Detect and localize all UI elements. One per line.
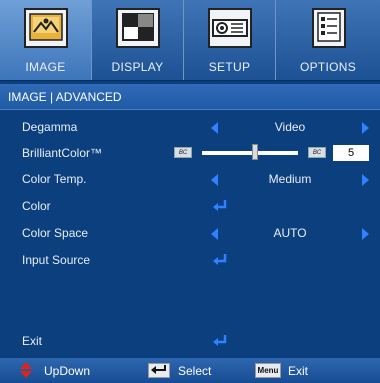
menu-key-icon: Menu (255, 363, 281, 378)
tab-image[interactable]: IMAGE (0, 0, 92, 80)
enter-icon[interactable] (212, 334, 228, 348)
select-hint: Select (178, 364, 212, 378)
menu-item-color-space[interactable]: Color Space AUTO (0, 222, 380, 246)
arrow-left-icon[interactable] (211, 174, 218, 186)
menu-item-value: AUTO (273, 226, 307, 240)
tab-setup-label: SETUP (208, 60, 251, 74)
menu-item-label: Color Space (22, 226, 89, 240)
projector-icon (208, 8, 252, 48)
tab-setup[interactable]: SETUP (184, 0, 276, 80)
arrow-left-icon[interactable] (211, 122, 218, 134)
projector-osd-menu: IMAGE DISPLAY SETUP OPTIONS IMAGE | ADVA… (0, 0, 380, 383)
arrow-right-icon[interactable] (362, 174, 369, 186)
menu-item-label: Exit (22, 334, 43, 348)
menu-item-value: Medium (268, 172, 312, 186)
tab-image-label: IMAGE (25, 60, 66, 74)
display-icon (116, 8, 160, 48)
menu-item-label: Color (22, 199, 51, 213)
menu-tab-bar: IMAGE DISPLAY SETUP OPTIONS (0, 0, 380, 81)
image-icon (24, 8, 68, 48)
updown-hint: UpDown (44, 364, 91, 378)
tab-options[interactable]: OPTIONS (276, 0, 380, 80)
menu-item-label: Color Temp. (22, 172, 87, 186)
menu-item-brilliantcolor[interactable]: BrilliantColor™ BC BC 5 (0, 142, 380, 166)
menu-header: IMAGE | ADVANCED (0, 84, 380, 110)
arrow-right-icon[interactable] (362, 122, 369, 134)
bc-max-icon: BC (308, 147, 326, 158)
enter-icon[interactable] (212, 199, 228, 213)
arrow-right-icon[interactable] (362, 228, 369, 240)
options-list-icon (312, 8, 346, 48)
enter-icon[interactable] (212, 253, 228, 267)
menu-item-label: Degamma (22, 120, 78, 134)
arrow-left-icon[interactable] (211, 228, 218, 240)
tab-display[interactable]: DISPLAY (92, 0, 184, 80)
bc-min-icon: BC (174, 147, 192, 158)
menu-item-color-temp[interactable]: Color Temp. Medium (0, 168, 380, 192)
key-hint-bar: UpDown Select Menu Exit (0, 358, 380, 383)
brilliantcolor-value: 5 (333, 145, 369, 161)
up-down-icon (20, 362, 32, 378)
menu-item-label: Input Source (22, 253, 91, 267)
menu-item-input-source[interactable]: Input Source (0, 249, 380, 273)
tab-options-label: OPTIONS (299, 60, 357, 74)
menu-item-exit[interactable]: Exit (0, 330, 380, 354)
brilliantcolor-slider-knob[interactable] (251, 144, 258, 160)
menu-item-value: Video (274, 120, 306, 134)
menu-item-label: BrilliantColor™ (22, 146, 103, 160)
enter-key-icon (148, 363, 170, 378)
menu-item-color[interactable]: Color (0, 195, 380, 219)
tab-display-label: DISPLAY (111, 60, 164, 74)
brilliantcolor-slider-track[interactable] (202, 151, 298, 155)
exit-hint: Exit (288, 364, 309, 378)
menu-item-degamma[interactable]: Degamma Video (0, 116, 380, 140)
